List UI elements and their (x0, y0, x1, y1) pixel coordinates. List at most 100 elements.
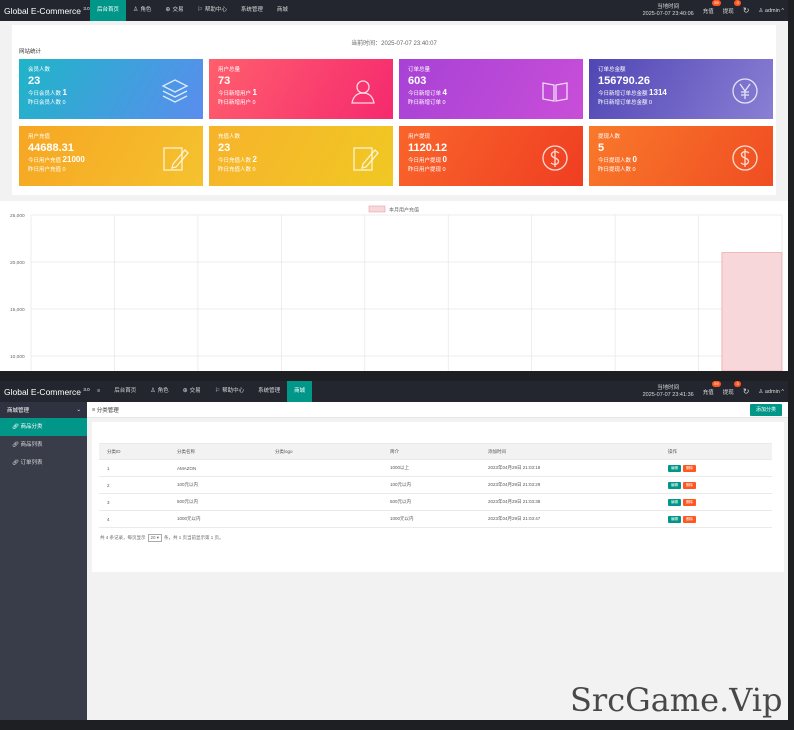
layers-icon (161, 79, 189, 103)
topbar-right: 当地时间 2025-07-07 23:40:06 充值 59 提现 3 ↻ ♙ adm… (643, 0, 788, 21)
delete-button[interactable]: 删除 (683, 481, 696, 489)
menu-toggle-icon[interactable]: ≡ (90, 381, 107, 402)
refresh-icon[interactable]: ↻ (743, 6, 750, 15)
users-icon (351, 80, 375, 104)
cell-actions: 编辑 删除 (660, 459, 772, 477)
cell-name: 100元以内 (169, 476, 267, 494)
sidebar-group-mall[interactable]: 商城管理 ⌄ (0, 402, 87, 418)
col-time: 添加时间 (480, 443, 660, 460)
main-nav-2: ≡ 后台首页 ♙ 角色 ⊕ 交易 ⚐ 帮助中心 系统管理 商城 (90, 381, 313, 402)
delete-button[interactable]: 删除 (683, 515, 696, 523)
chart-svg: 本月用户充值 25,000 20,000 15,000 10,000 (10, 205, 783, 371)
edit-button[interactable]: 编辑 (668, 515, 681, 523)
page-size-select[interactable]: 20 ▾ (147, 534, 163, 542)
cell-time: 2023年04月29日 21:03:29 (480, 476, 660, 494)
bottom-edge (0, 720, 794, 730)
col-id: 分类ID (99, 443, 169, 460)
dollar-icon (542, 145, 568, 171)
stat-card: 用户总量 73 今日新增用户 1 昨日新增用户 0 (209, 59, 393, 119)
recharge-badge: 59 (712, 0, 721, 6)
edit-icon (353, 147, 379, 171)
table-row: 4 1000元以内 1000元以内 2023年04月29日 21:03:47 编辑 删除 (99, 510, 772, 528)
nav-roles[interactable]: ♙ 角色 (126, 0, 158, 21)
legend-swatch (368, 205, 386, 213)
stat-card: 用户提现 1120.12 今日用户提现 0 昨日用户提现 0 (399, 126, 583, 186)
separator (0, 371, 794, 381)
edit-icon (163, 147, 189, 171)
cell-actions: 编辑 删除 (660, 510, 772, 528)
edit-button[interactable]: 编辑 (668, 481, 681, 489)
user-menu-2[interactable]: ♙ admin ^ (758, 389, 784, 395)
link-icon: 🔗︎ (12, 460, 19, 466)
add-category-button[interactable]: 添加分类 (749, 404, 782, 416)
main-nav: 后台首页 ♙ 角色 ⊕ 交易 ⚐ 帮助中心 系统管理 商城 (90, 0, 295, 21)
cell-id: 2 (99, 476, 169, 494)
nav-roles-2[interactable]: ♙ 角色 (143, 381, 175, 402)
y-tick-label: 15,000 (10, 307, 25, 313)
breadcrumb: ≡ 分类管理 添加分类 (87, 402, 788, 418)
topbar-right-2: 当地时间 2025-07-07 23:41:36 充值 59 提现 3 ↻ ♙ adm… (642, 380, 788, 402)
cell-logo (267, 476, 382, 494)
delete-button[interactable]: 删除 (683, 464, 696, 472)
sidebar-item-orders[interactable]: 🔗︎ 订单列表 (0, 454, 87, 472)
nav-help[interactable]: ⚐ 帮助中心 (190, 0, 233, 21)
stat-card: 用户充值 44688.31 今日用户充值 21000 昨日用户充值 0 (19, 126, 203, 186)
stat-label: 订单总金额 (598, 67, 626, 73)
withdraw-link[interactable]: 提现 3 (723, 0, 741, 15)
recharge-link-2[interactable]: 充值 59 (703, 380, 721, 396)
sidebar-item-category[interactable]: 🔗︎ 商品分类 (0, 418, 87, 436)
stat-label: 充值人数 (218, 134, 241, 140)
refresh-icon[interactable]: ↻ (743, 387, 750, 396)
user-icon: ♙ (133, 7, 139, 13)
table-row: 1 AMAZON 1000以上 2023年04月29日 21:03:18 编辑 删除 (99, 459, 772, 477)
right-edge (788, 0, 794, 730)
cell-time: 2023年04月29日 21:03:18 (480, 459, 660, 477)
cell-time: 2023年04月29日 21:03:38 (480, 493, 660, 511)
stat-label: 用户提现 (408, 134, 431, 140)
user-menu[interactable]: ♙ admin ^ (758, 8, 784, 14)
nav-mall-2[interactable]: 商城 (287, 381, 313, 402)
local-time-2: 当地时间 2025-07-07 23:41:36 (642, 384, 694, 398)
withdraw-link-2[interactable]: 提现 3 (723, 380, 741, 396)
nav-trade[interactable]: ⊕ 交易 (158, 0, 190, 21)
edit-button[interactable]: 编辑 (668, 498, 681, 506)
current-time: 当前时间：2025-07-07 23:40:07 (351, 41, 437, 47)
delete-button[interactable]: 删除 (683, 498, 696, 506)
user-icon: ♙ (150, 388, 156, 394)
category-table-box: 分类ID 分类名称 分类logo 简介 添加时间 操作 1 AMAZON 1000以… (92, 422, 784, 572)
withdraw-badge-2: 3 (734, 380, 741, 387)
cell-id: 3 (99, 493, 169, 511)
dollar-icon (732, 145, 758, 171)
globe-icon: ⊕ (182, 388, 188, 394)
user-icon: ♙ (758, 7, 764, 14)
app-logo-2[interactable]: Global E-Commerce 3.0 (0, 387, 90, 397)
pagination: 共 4 条记录，每页显示 20 ▾ 条，共 1 页当前显示第 1 页。 (100, 534, 224, 542)
cell-name: AMAZON (169, 459, 267, 477)
nav-help-2[interactable]: ⚐ 帮助中心 (208, 381, 251, 402)
chart-bar (721, 252, 783, 371)
stats-panel: 当前时间：2025-07-07 23:40:07 网站统计 会员人数 23 今日… (12, 25, 776, 195)
legend-label: 本月用户充值 (389, 207, 419, 214)
nav-trade-2[interactable]: ⊕ 交易 (176, 381, 208, 402)
edit-button[interactable]: 编辑 (668, 464, 681, 472)
sidebar-item-products[interactable]: 🔗︎ 商品列表 (0, 436, 87, 454)
panel-title: 网站统计 (19, 49, 42, 55)
nav-home[interactable]: 后台首页 (90, 0, 127, 21)
nav-mall[interactable]: 商城 (270, 0, 295, 21)
nav-system-2[interactable]: 系统管理 (251, 381, 287, 402)
y-tick-label: 25,000 (10, 213, 25, 219)
cell-actions: 编辑 删除 (660, 476, 772, 494)
cell-logo (267, 493, 382, 511)
table-row: 2 100元以内 100元以内 2023年04月29日 21:03:29 编辑 删除 (99, 476, 772, 494)
cell-id: 1 (99, 459, 169, 477)
stat-label: 用户总量 (218, 67, 241, 73)
nav-system[interactable]: 系统管理 (234, 0, 270, 21)
nav-home-2[interactable]: 后台首页 (107, 381, 143, 402)
stat-card: 充值人数 23 今日充值人数 2 昨日充值人数 0 (209, 126, 393, 186)
flag-icon: ⚐ (214, 388, 221, 394)
cell-id: 4 (99, 510, 169, 528)
recharge-link[interactable]: 充值 59 (703, 0, 721, 15)
app-logo[interactable]: Global E-Commerce 3.0 (0, 6, 90, 16)
cell-intro: 500元以内 (382, 493, 480, 511)
stat-card: 订单总量 603 今日新增订单 4 昨日新增订单 0 (399, 59, 583, 119)
